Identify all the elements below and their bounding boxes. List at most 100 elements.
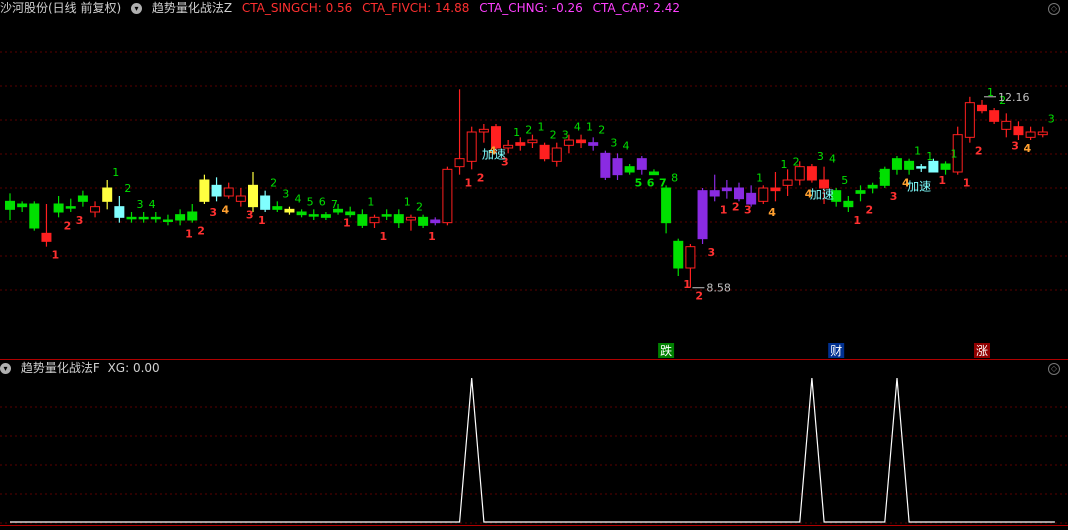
count-label: 1 (343, 217, 351, 230)
candle-body (126, 216, 137, 220)
count-label: 3 (1048, 113, 1055, 126)
candle-body (685, 246, 696, 269)
count-label: 5 (841, 174, 848, 187)
candle-body (1025, 131, 1036, 138)
candle-body (515, 142, 526, 146)
count-label: 1 (951, 147, 958, 160)
candle-body (551, 147, 562, 162)
count-label: 3 (76, 214, 84, 227)
signal-marker: 财 (830, 344, 842, 358)
count-label: 4 (623, 139, 630, 152)
count-label: 1 (683, 278, 691, 291)
candle-body (41, 232, 52, 242)
candle-body (855, 190, 866, 194)
count-label: 3 (209, 206, 217, 219)
count-label: 4 (222, 203, 230, 216)
count-label: 3 (562, 129, 569, 142)
candle-body (612, 158, 623, 176)
candle-body (175, 214, 186, 221)
candle-body (308, 214, 319, 217)
candle-body (867, 184, 878, 189)
candle-body (709, 190, 720, 197)
count-label: 2 (975, 145, 983, 158)
count-label: 1 (963, 177, 971, 190)
count-label: 3 (282, 187, 289, 200)
signal-marker: 涨 (976, 343, 988, 358)
candle-body (721, 187, 732, 192)
count-label: 2 (197, 225, 205, 238)
candle-body (284, 208, 295, 213)
candle-body (418, 216, 429, 226)
count-label: 2 (270, 177, 277, 190)
count-label: 3 (246, 209, 254, 222)
count-label: 1 (513, 126, 520, 139)
candle-body (904, 160, 915, 170)
count-label: 1 (380, 230, 388, 243)
candle-body (916, 166, 927, 169)
candle-body (114, 206, 125, 218)
count-label: 3 (610, 137, 617, 150)
candle-body (381, 214, 392, 217)
candle-body (1013, 126, 1024, 136)
count-label: 1 (720, 203, 728, 216)
count-label: 6 (647, 177, 655, 190)
candle-body (673, 240, 684, 269)
candle-body (527, 139, 538, 144)
count-label: 4 (1023, 142, 1031, 155)
count-label: 1 (926, 150, 933, 163)
candle-body (29, 203, 40, 229)
candle-body (624, 166, 635, 173)
count-label: 2 (64, 219, 72, 232)
count-label: 4 (294, 193, 301, 206)
candle-body (843, 200, 854, 208)
candle-body (260, 195, 271, 210)
candle-body (1001, 120, 1012, 130)
accel-callout: 加速 (482, 148, 506, 162)
candle-body (977, 104, 987, 112)
count-label: 2 (124, 182, 131, 195)
candle-body (648, 171, 659, 176)
candle-body (442, 168, 453, 224)
candle-body (102, 187, 113, 202)
candle-body (369, 216, 380, 224)
count-label: 1 (878, 169, 885, 182)
candle-body (782, 179, 793, 186)
accel-callout: 加速 (907, 180, 931, 194)
count-label: 4 (574, 121, 581, 134)
count-label: 2 (416, 201, 423, 214)
candle-body (697, 190, 708, 240)
candle-body (758, 187, 769, 202)
candle-body (989, 110, 1000, 122)
candle-body (1037, 131, 1048, 136)
count-label: 1 (185, 227, 193, 240)
candle-body (661, 187, 672, 224)
candle-body (90, 206, 101, 213)
count-label: 2 (793, 155, 800, 168)
high-label: 12.16 (998, 91, 1030, 104)
candle-body (235, 195, 246, 202)
count-label: 2 (695, 290, 703, 303)
candle-body (454, 158, 465, 168)
count-label: 1 (756, 171, 763, 184)
count-label: 1 (586, 121, 593, 134)
candle-body (5, 200, 15, 210)
count-label: 2 (550, 129, 557, 142)
count-label: 5 (307, 195, 314, 208)
accel-callout: 加速 (810, 188, 834, 202)
count-label: 2 (866, 203, 874, 216)
candle-body (65, 206, 76, 209)
candle-body (430, 219, 441, 224)
candle-body (296, 211, 307, 216)
signal-marker: 跌 (660, 343, 672, 358)
candle-body (162, 219, 173, 222)
candle-body (320, 214, 331, 218)
count-label: 3 (890, 190, 898, 203)
candle-body (199, 179, 210, 202)
count-label: 1 (428, 230, 436, 243)
count-label: 5 (635, 177, 643, 190)
candle-body (600, 152, 611, 178)
candle-body (248, 184, 258, 208)
candle-body (940, 163, 951, 170)
count-label: 1 (780, 158, 787, 171)
candle-body (138, 216, 149, 220)
